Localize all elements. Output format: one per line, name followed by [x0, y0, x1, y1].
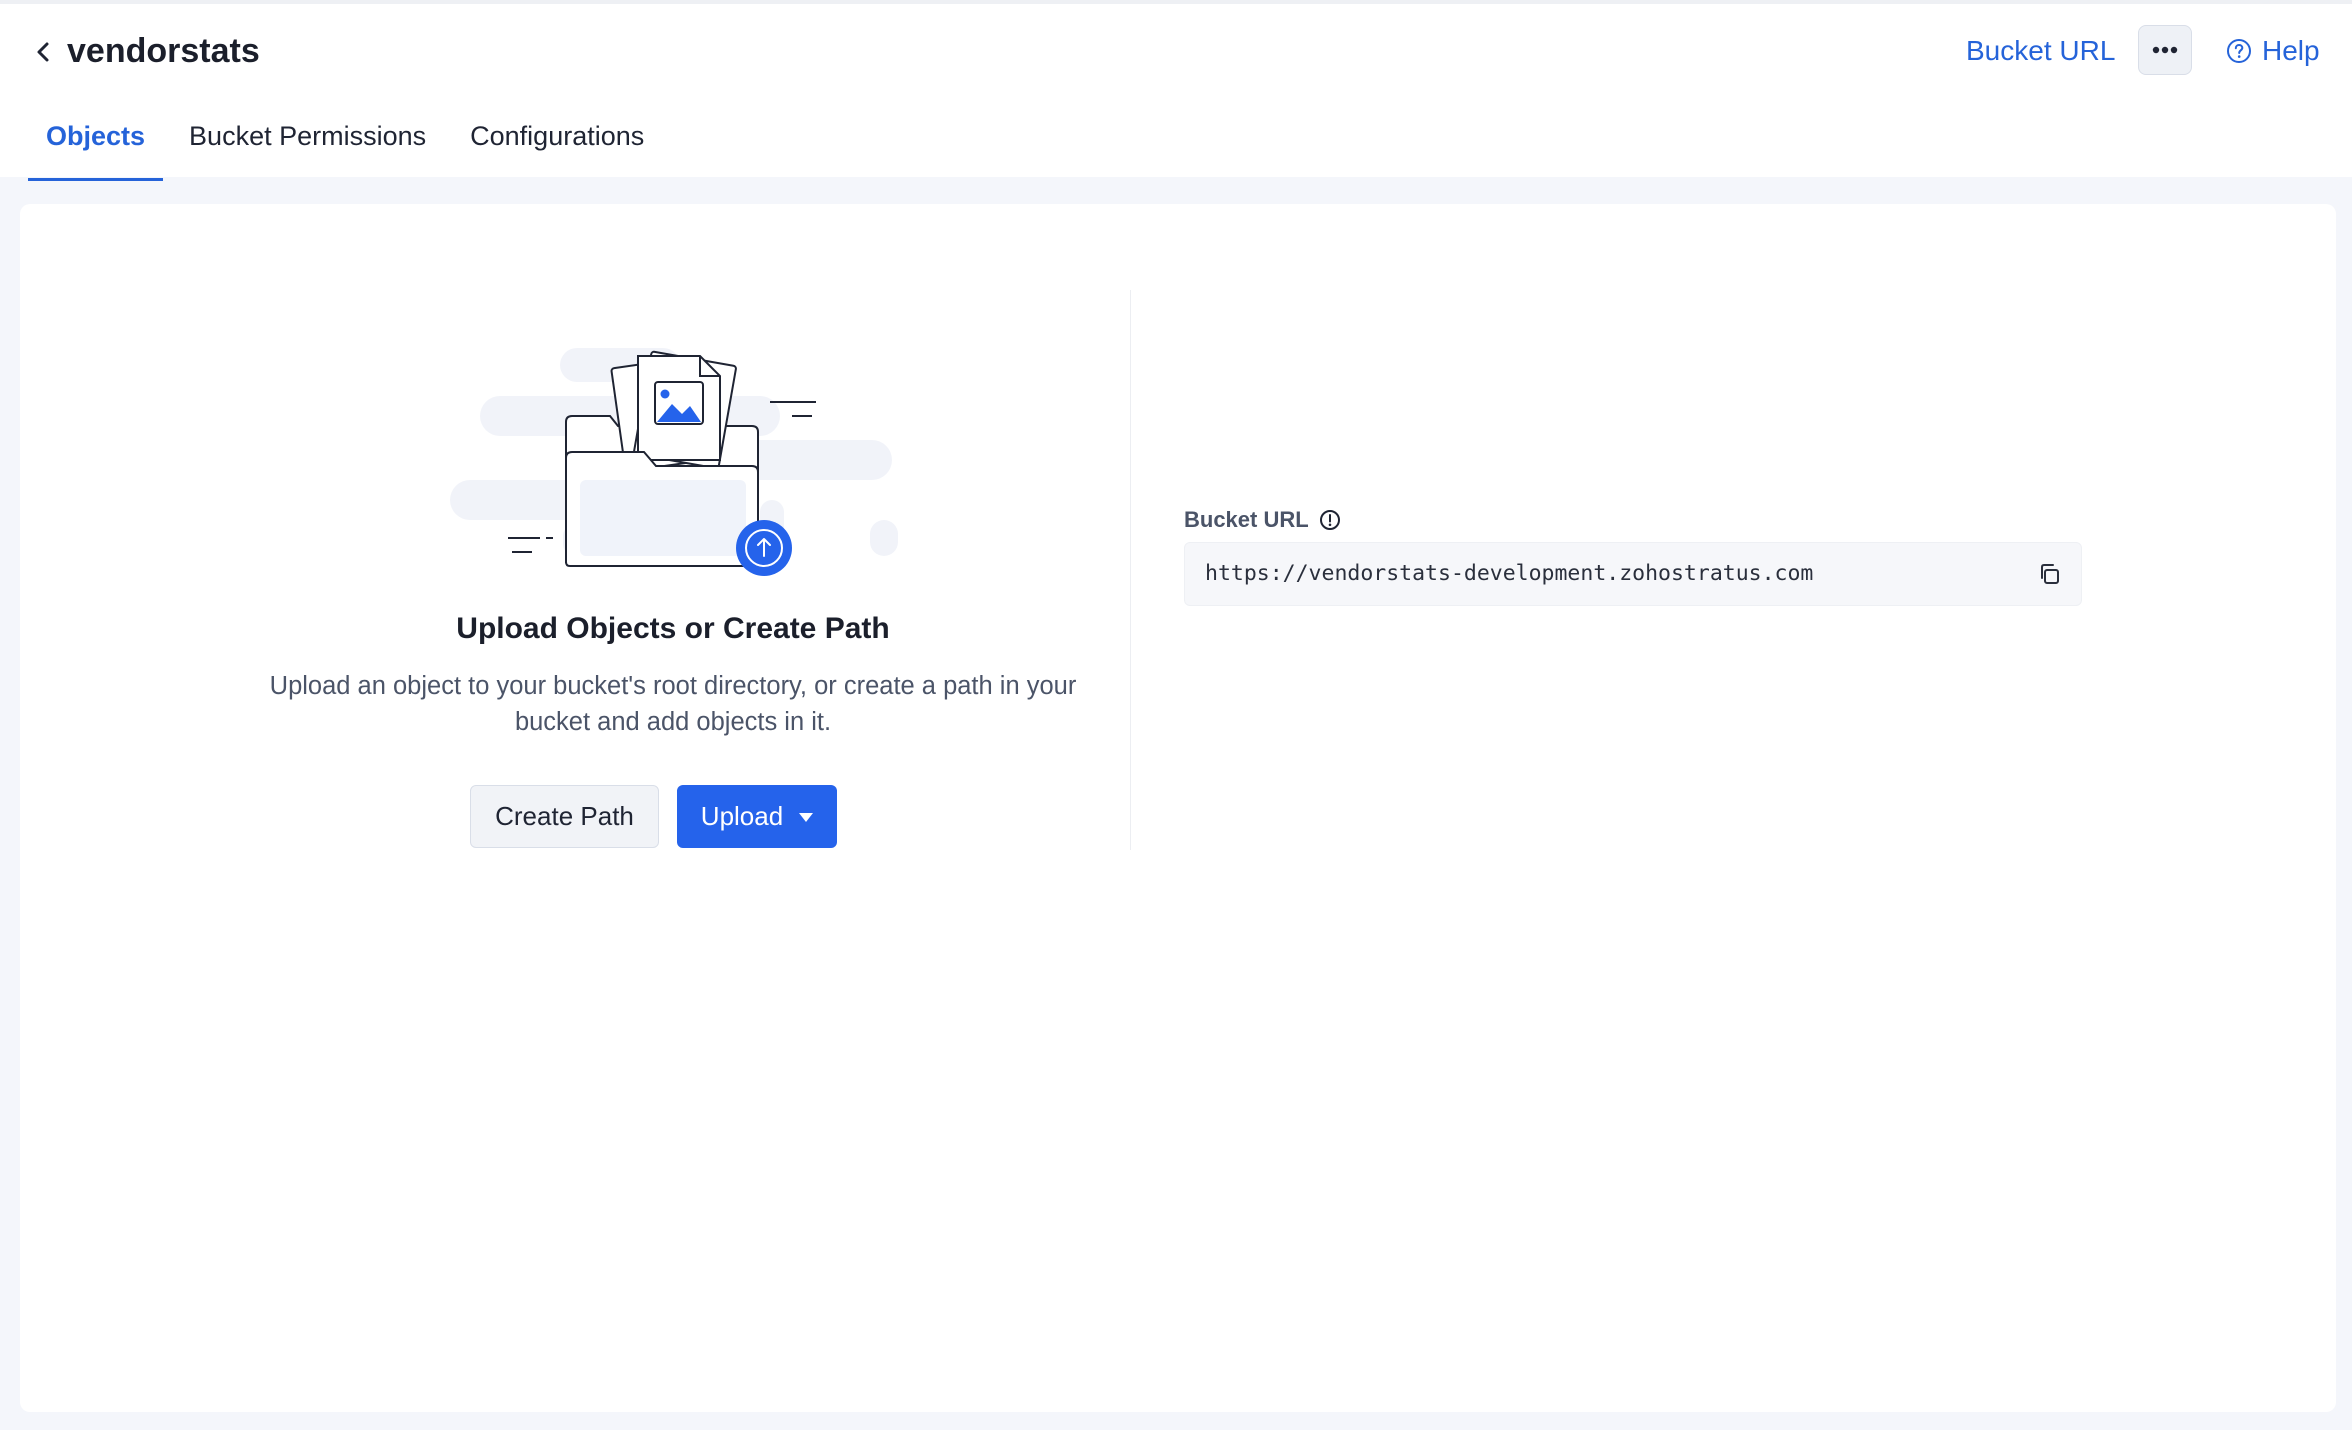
objects-panel — [20, 204, 2336, 1412]
tab-bucket-permissions[interactable]: Bucket Permissions — [171, 108, 444, 181]
bucket-url-link[interactable]: Bucket URL — [1966, 30, 2115, 72]
upload-folder-illustration — [450, 348, 898, 576]
caret-down-icon — [799, 813, 814, 822]
info-circle-icon[interactable] — [1319, 509, 1341, 531]
upload-button[interactable]: Upload — [677, 785, 837, 848]
help-label: Help — [2262, 35, 2320, 66]
copy-icon — [2041, 564, 2059, 584]
more-horizontal-icon — [2152, 46, 2178, 54]
bucket-url-field: https://vendorstats-development.zohostra… — [1184, 542, 2082, 606]
chevron-left-icon — [37, 42, 49, 62]
help-link[interactable]: Help — [2226, 30, 2320, 72]
tab-bar: Objects Bucket Permissions Configuration… — [28, 108, 662, 181]
back-button[interactable] — [28, 34, 58, 70]
bucket-url-label-text: Bucket URL — [1184, 507, 1309, 532]
help-circle-icon — [2227, 39, 2251, 63]
page-title: vendorstats — [67, 32, 260, 70]
create-path-button[interactable]: Create Path — [470, 785, 659, 848]
empty-state-title: Upload Objects or Create Path — [456, 612, 890, 645]
page-header: vendorstats Bucket URL Help Objects Buck… — [0, 0, 2352, 181]
bucket-url-label: Bucket URL — [1184, 504, 1341, 536]
tab-configurations[interactable]: Configurations — [452, 108, 662, 181]
tab-objects[interactable]: Objects — [28, 108, 164, 181]
empty-state-description: Upload an object to your bucket's root d… — [269, 672, 1077, 736]
bucket-url-value: https://vendorstats-development.zohostra… — [1205, 561, 1814, 586]
panel-divider — [1130, 290, 1131, 850]
upload-button-label: Upload — [700, 801, 784, 831]
more-options-button[interactable] — [2138, 25, 2192, 75]
copy-url-button[interactable] — [2035, 559, 2065, 589]
